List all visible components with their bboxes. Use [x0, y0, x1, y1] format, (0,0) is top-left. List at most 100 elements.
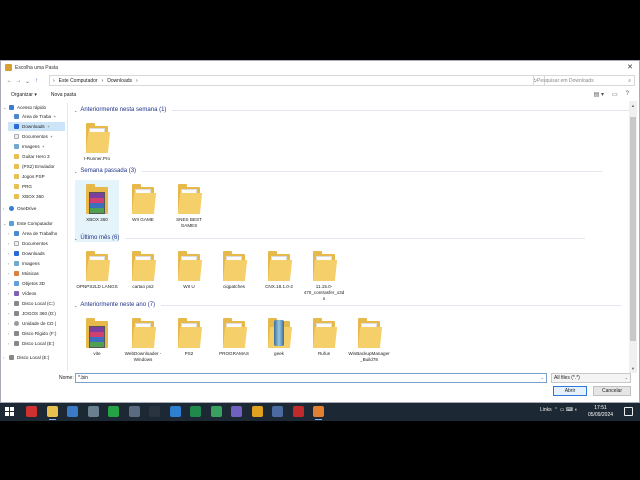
sidebar-item[interactable]: › JOGOS 360 (D:): [8, 309, 65, 318]
app-ps-icon[interactable]: [272, 406, 283, 417]
change-view-icon[interactable]: ▤ ▾: [594, 91, 604, 98]
app-grid-icon[interactable]: [128, 406, 140, 417]
folder-icon: [14, 154, 19, 159]
sidebar-item[interactable]: › Disco Local (C:): [8, 299, 65, 308]
open-button[interactable]: Abrir: [553, 386, 587, 396]
file-name-input[interactable]: *.bin ⌄: [75, 373, 547, 383]
file-explorer-icon[interactable]: [46, 406, 58, 420]
folder-tile[interactable]: WII U: [167, 247, 211, 309]
sidebar-item[interactable]: › Imagens: [8, 259, 65, 268]
folder-tile[interactable]: vite: [75, 314, 119, 373]
sidebar-item-label: Jogos PSP: [22, 174, 45, 179]
folder-tile[interactable]: cartao ps2: [121, 247, 165, 309]
chrome-icon[interactable]: [251, 406, 263, 417]
folder-tile-label: WebDownloader -Windows: [124, 351, 162, 362]
folder-tile[interactable]: WinBackupManager_Build78: [347, 314, 391, 373]
tray-icons[interactable]: ⌃ ▭ ⌨ ◖: [554, 407, 577, 413]
whatsapp-icon[interactable]: [108, 406, 119, 417]
sidebar-item[interactable]: ⌄ Este Computador: [3, 219, 65, 228]
sidebar-item[interactable]: Downloads ✦: [8, 122, 65, 131]
sidebar-item[interactable]: › Downloads: [8, 249, 65, 258]
folder-tile[interactable]: Rufus: [302, 314, 346, 373]
group-header[interactable]: ⌄ Anteriormente nesta semana (1): [74, 107, 629, 113]
sidebar-item[interactable]: › Objetos 3D: [8, 279, 65, 288]
close-icon[interactable]: ✕: [627, 63, 633, 71]
recent-locations-icon[interactable]: ⌄: [23, 78, 32, 85]
cancel-button[interactable]: Cancelar: [593, 386, 631, 396]
forward-arrow-icon[interactable]: →: [14, 78, 23, 84]
folder-tile[interactable]: WebDownloader -Windows: [121, 314, 165, 373]
collapse-chevron-icon[interactable]: ⌄: [74, 108, 77, 113]
scroll-down-icon[interactable]: ▼: [629, 366, 637, 371]
windows-start-icon[interactable]: [5, 407, 14, 416]
up-arrow-icon[interactable]: ↑: [32, 78, 41, 84]
new-folder-button[interactable]: Nova pasta: [51, 92, 76, 98]
folder-tile[interactable]: OPNPS2LD LANGS: [75, 247, 119, 309]
sidebar-item[interactable]: › Disco Local (E:): [3, 353, 65, 362]
vivaldi-icon[interactable]: [26, 406, 37, 417]
breadcrumb-downloads[interactable]: Downloads: [107, 78, 132, 84]
vertical-scrollbar[interactable]: ▲ ▼: [629, 101, 637, 373]
collapse-chevron-icon[interactable]: ⌄: [74, 236, 77, 241]
preview-pane-icon[interactable]: ▭: [612, 91, 618, 98]
folder-tile[interactable]: 11.15.0-470_contrasfer_x3ds: [302, 247, 346, 309]
sidebar-item[interactable]: › OneDrive: [3, 204, 65, 213]
sidebar-item[interactable]: › Disco Rígido (F:): [8, 329, 65, 338]
sidebar-item[interactable]: Guitar Hero 3: [8, 152, 65, 161]
organize-button[interactable]: Organizar ▾: [11, 92, 37, 98]
app-green-icon[interactable]: [210, 406, 222, 417]
sidebar-item[interactable]: ⌄ Acesso rápido: [3, 103, 65, 112]
folder-tile[interactable]: PROGRAMAS: [212, 314, 256, 373]
tray-links-label[interactable]: Links: [540, 407, 552, 413]
sidebar-item[interactable]: (PS2) Emulador: [8, 162, 65, 171]
group-header[interactable]: ⌄ Semana passada (3): [74, 168, 603, 174]
folder-tile[interactable]: geek: [257, 314, 301, 373]
scrollbar-thumb[interactable]: [630, 117, 636, 341]
sidebar-item[interactable]: Imagens ✦: [8, 142, 65, 151]
search-input[interactable]: Pesquisar em Downloads ⌕: [533, 75, 635, 86]
app-red-icon[interactable]: [292, 406, 304, 417]
app-blue-icon[interactable]: [67, 406, 78, 417]
collapse-chevron-icon[interactable]: ⌄: [74, 169, 77, 174]
app-gear-icon[interactable]: [87, 406, 99, 417]
sidebar-item[interactable]: Jogos PSP: [8, 172, 65, 181]
folder-tile[interactable]: WII GAME: [121, 180, 165, 242]
chevron-down-icon[interactable]: ⌄: [541, 374, 544, 382]
sidebar-item[interactable]: › Músicas: [8, 269, 65, 278]
sidebar-item[interactable]: Área de Traba ✦: [8, 112, 65, 121]
app-purple-icon[interactable]: [231, 406, 242, 417]
sidebar-item[interactable]: › Disco Local (E:): [8, 339, 65, 348]
folder-tile[interactable]: XBOX 360: [75, 180, 119, 242]
app-orange-icon[interactable]: [313, 406, 324, 420]
folder-tile[interactable]: SNES BEST GAMES: [167, 180, 211, 242]
collapse-chevron-icon[interactable]: ⌄: [74, 303, 77, 308]
file-type-select[interactable]: All files (*.*) ⌄: [551, 373, 631, 383]
scroll-up-icon[interactable]: ▲: [629, 103, 637, 108]
address-bar[interactable]: › Este Computador › Downloads › ↻: [49, 75, 545, 86]
folder-tile[interactable]: CNX.18.1.0-2: [257, 247, 301, 309]
sidebar-item[interactable]: XBOX 360: [8, 192, 65, 201]
group-header[interactable]: ⌄ Último mês (6): [74, 235, 586, 241]
sidebar-item[interactable]: PRG: [8, 182, 65, 191]
excel-icon[interactable]: [190, 406, 201, 417]
folder-tile[interactable]: ciqpatches: [212, 247, 256, 309]
chevron-down-icon[interactable]: ⌄: [625, 374, 628, 382]
sidebar-item[interactable]: › Vídeos: [8, 289, 65, 298]
sidebar-item[interactable]: › Área de Trabalho: [8, 229, 65, 238]
sidebar-item[interactable]: › Documentos: [8, 239, 65, 248]
notification-icon[interactable]: [624, 407, 633, 416]
back-arrow-icon[interactable]: ←: [5, 78, 14, 84]
folder-tile-label: ciqpatches: [223, 284, 245, 289]
sidebar-item[interactable]: Documentos ✦: [8, 132, 65, 141]
desk-icon: [14, 231, 19, 236]
folder-tile[interactable]: PS2: [167, 314, 211, 373]
drive-icon: [14, 311, 19, 316]
app-store-icon[interactable]: [169, 406, 181, 417]
help-icon[interactable]: ?: [626, 91, 629, 98]
breadcrumb-este-computador[interactable]: Este Computador: [59, 78, 98, 84]
group-header[interactable]: ⌄ Anteriormente neste ano (7): [74, 302, 622, 308]
clock[interactable]: 17:51 05/09/2024: [588, 405, 613, 419]
breadcrumb-separator-icon[interactable]: ›: [136, 78, 138, 84]
sidebar-item[interactable]: › Unidade de CD (: [8, 319, 65, 328]
app-jr-icon[interactable]: [149, 406, 160, 417]
